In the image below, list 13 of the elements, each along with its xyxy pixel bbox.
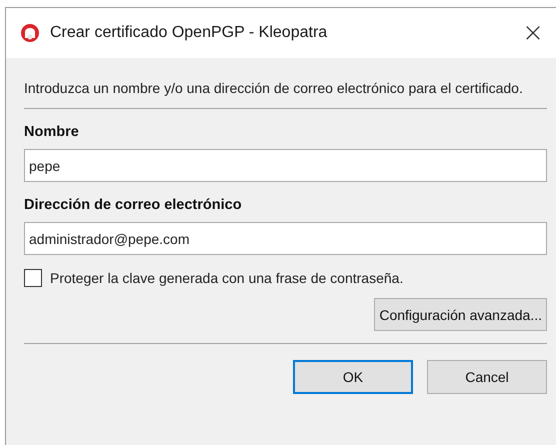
dialog-button[interactable]: Cancel [427,360,547,394]
intro-text: Introduzca un nombre y/o una dirección de correo electrónico para el certificado. [24,79,524,98]
dialog-button[interactable]: OK [293,360,413,394]
input-field[interactable]: pepe [24,149,547,182]
checkbox[interactable] [24,269,42,287]
field-label: Nombre [24,124,80,140]
input-field[interactable]: administrador@pepe.com [24,222,547,255]
app-icon [20,23,40,43]
checkbox-label: Proteger la clave generada con una frase de contraseña. [50,270,404,286]
field-label: Dirección de correo electrónico [24,197,243,213]
advanced-settings-button[interactable]: Configuración avanzada... [374,298,547,331]
close-button[interactable]: × [513,20,553,46]
window-title: Crear certificado OpenPGP - Kleopatra [50,24,328,42]
